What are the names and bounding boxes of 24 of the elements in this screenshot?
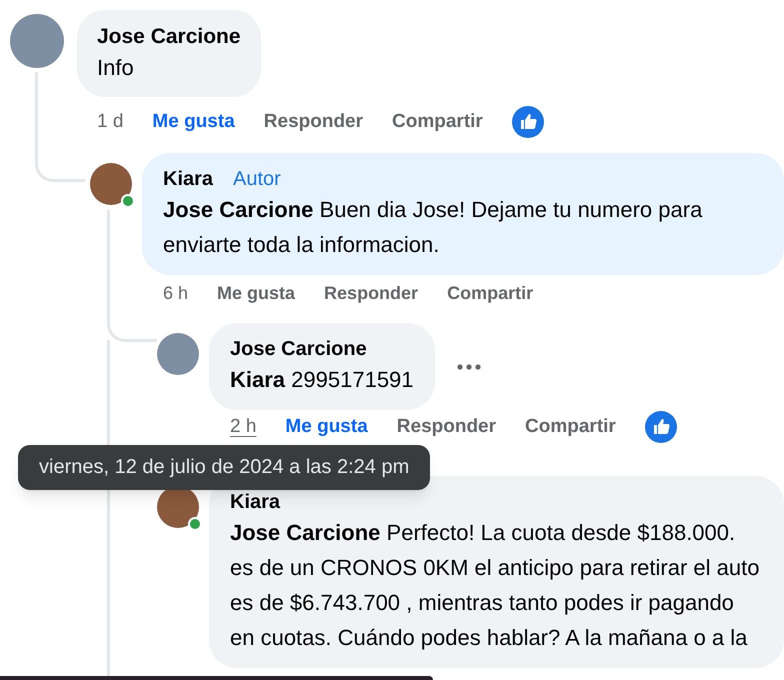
comment-time[interactable]: 6 h	[163, 280, 188, 307]
like-link[interactable]: Me gusta	[217, 280, 296, 307]
share-link[interactable]: Compartir	[392, 108, 483, 136]
more-options-icon[interactable]	[456, 364, 481, 370]
comment-time[interactable]: 1 d	[97, 108, 124, 136]
reply-link[interactable]: Responder	[396, 413, 496, 442]
comment-text: Kiara 2995171591	[230, 366, 414, 394]
share-link[interactable]: Compartir	[447, 280, 534, 307]
author-name[interactable]: Jose Carcione	[230, 337, 367, 362]
comment-text: Jose Carcione Buen dia Jose! Dejame tu numero para enviarte toda la informacion.	[163, 196, 704, 260]
date-tooltip: viernes, 12 de julio de 2024 a las 2:24 pm	[18, 445, 430, 490]
reply-link[interactable]: Responder	[264, 108, 364, 136]
like-link[interactable]: Me gusta	[152, 108, 235, 136]
author-name[interactable]: Jose Carcione	[97, 24, 241, 50]
like-link[interactable]: Me gusta	[285, 413, 368, 442]
author-name[interactable]: Kiara	[230, 490, 280, 516]
author-label: Autor	[233, 167, 281, 192]
comment-time[interactable]: 2 h	[230, 413, 256, 442]
reply-link[interactable]: Responder	[324, 280, 418, 307]
share-link[interactable]: Compartir	[525, 413, 616, 442]
avatar[interactable]	[90, 163, 132, 206]
author-name[interactable]: Kiara	[163, 167, 214, 192]
comment-text: Jose Carcione Perfecto! La cuota desde $188.000. es de un CRONOS 0KM el anticipo para retirar el auto es de $6.743.700 , mientras tanto podes ir pagando en cuotas. Cuándo podes hablar? A la mañana o a la	[230, 519, 760, 652]
comment-text: Info	[97, 54, 135, 82]
